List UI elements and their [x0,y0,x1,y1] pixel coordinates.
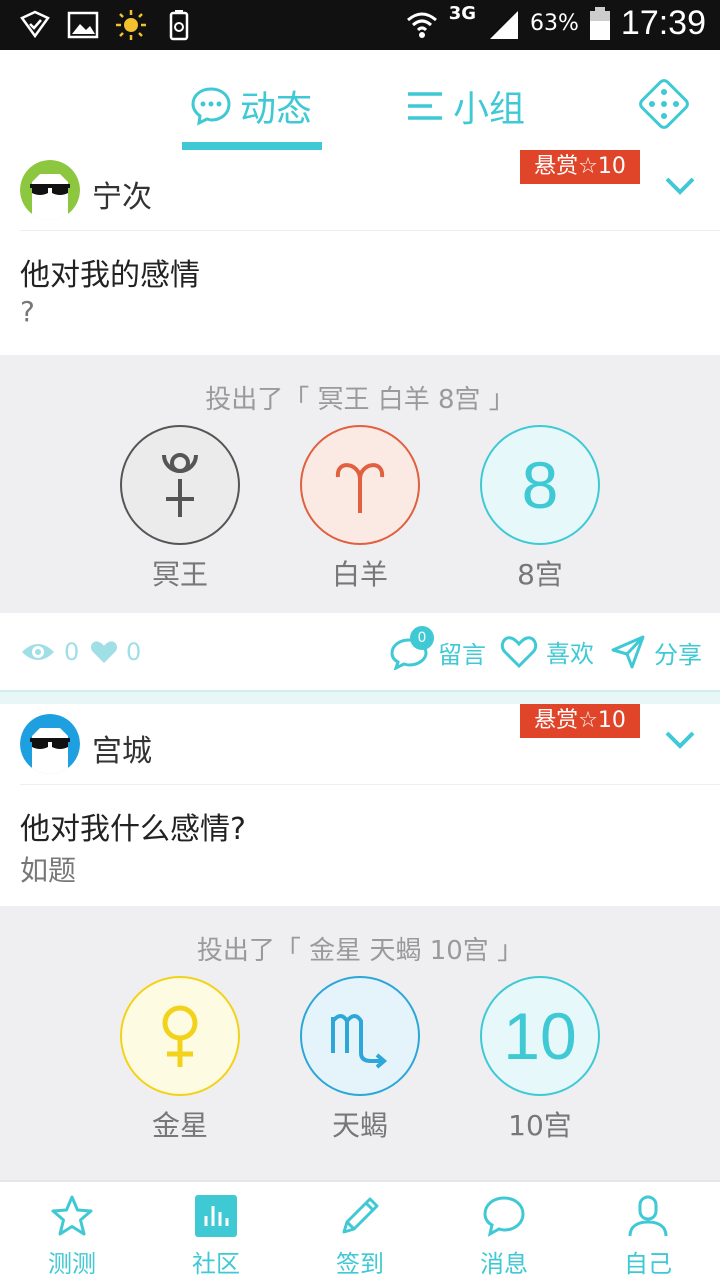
aries-die [300,425,420,545]
die-caption: 白羊 [331,558,388,591]
likes-count: 0 [126,638,142,666]
eye-icon [22,644,54,660]
cat-avatar-icon [20,714,80,774]
nav-item-community[interactable]: 社区 [166,1192,266,1279]
clock: 17:39 [620,4,706,42]
network-type: 3G [448,3,476,24]
scorpio-die [300,976,420,1096]
house-number: 8 [521,448,559,522]
post-card[interactable]: 宫城 悬赏☆10 他对我什么感情? 如题 投出了「 金星 天蝎 10宫 」 金星… [0,704,720,1180]
heart-icon [90,641,118,663]
nav-item-me[interactable]: 自己 [598,1192,698,1279]
chevron-down-icon[interactable] [664,176,696,196]
dice-result: 投出了「 金星 天蝎 10宫 」 金星 天蝎 10 10宫 [0,906,720,1180]
heart-outline-icon [500,635,538,668]
battery-saver-icon [169,10,189,41]
nav-label: 消息 [480,1250,528,1278]
top-nav: 动态 小组 [0,50,720,150]
venus-icon [162,1005,198,1067]
star-icon [51,1195,93,1236]
tab-groups-label: 小组 [453,89,526,130]
battery-percent: 63% [530,11,579,36]
nav-item-checkin[interactable]: 签到 [310,1192,410,1279]
pluto-icon [162,453,198,517]
dice-result: 投出了「 冥王 白羊 8宫 」 冥王 白羊 8 8宫 [0,355,720,613]
card-separator [0,690,720,704]
post-title: 他对我的感情 [20,258,200,293]
divider [20,230,720,231]
likes-stat: 0 [90,638,141,666]
person-icon [628,1195,668,1237]
avatar[interactable] [20,160,80,220]
post-title: 他对我什么感情? [20,812,246,847]
bounty-badge: 悬赏☆10 [520,704,640,738]
status-bar: 3G 63% 17:39 [0,0,720,50]
post-body: ? [20,295,35,328]
username[interactable]: 宫城 [92,726,152,770]
post-stats: 0 0 0 留言 喜欢 分享 [0,614,720,692]
die-caption: 冥王 [151,558,208,591]
share-label: 分享 [654,640,702,669]
wifi-icon [406,12,437,38]
nav-label: 自己 [624,1250,672,1278]
comment-label: 留言 [438,640,486,669]
image-icon [67,11,99,39]
views-stat: 0 [20,638,79,666]
post-body: 如题 [20,854,77,887]
aries-icon [335,463,385,513]
battery-icon [589,6,610,40]
notification-check-icon [20,10,50,39]
share-button[interactable]: 分享 [610,634,702,670]
chevron-down-icon[interactable] [664,730,696,750]
bottom-nav: 测测 社区 签到 消息 自己 [0,1180,720,1280]
venus-die [120,976,240,1096]
tab-feed[interactable]: 动态 [190,80,312,132]
cast-label: 投出了「 冥王 白羊 8宫 」 [205,385,515,415]
die-caption: 8宫 [517,558,563,591]
signal-icon [490,10,518,39]
nav-label: 社区 [192,1250,240,1278]
scorpio-icon [331,1014,388,1069]
chat-bubble-icon [191,87,231,126]
nav-item-tests[interactable]: 测测 [22,1192,122,1279]
sun-icon [116,10,146,40]
list-icon [408,92,442,120]
active-tab-indicator [182,142,322,150]
post-card[interactable]: 宁次 悬赏☆10 他对我的感情 ? 投出了「 冥王 白羊 8宫 」 冥王 白羊 … [0,150,720,690]
username[interactable]: 宁次 [92,172,152,216]
divider [20,784,720,785]
cat-avatar-icon [20,160,80,220]
comment-button[interactable]: 0 留言 [390,626,486,671]
die-caption: 10宫 [508,1109,572,1142]
bounty-badge: 悬赏☆10 [520,150,640,184]
house-die: 10 [480,976,600,1096]
views-count: 0 [64,638,80,666]
pencil-icon [342,1197,379,1234]
house-die: 8 [480,425,600,545]
die-caption: 金星 [151,1109,208,1142]
die-caption: 天蝎 [331,1109,388,1142]
avatar[interactable] [20,714,80,774]
dice-icon[interactable] [638,78,690,130]
nav-label: 测测 [48,1250,96,1278]
nav-item-messages[interactable]: 消息 [454,1192,554,1279]
tab-groups[interactable]: 小组 [405,80,525,132]
like-label: 喜欢 [546,640,594,668]
house-number: 10 [503,999,577,1073]
tab-feed-label: 动态 [240,89,313,130]
like-button[interactable]: 喜欢 [500,634,594,669]
pluto-die [120,425,240,545]
comment-count-badge: 0 [410,626,434,650]
cast-label: 投出了「 金星 天蝎 10宫 」 [196,936,524,966]
share-icon [611,635,645,669]
nav-label: 签到 [336,1250,384,1278]
chart-icon [195,1195,237,1237]
chat-bubble-icon [483,1196,525,1237]
